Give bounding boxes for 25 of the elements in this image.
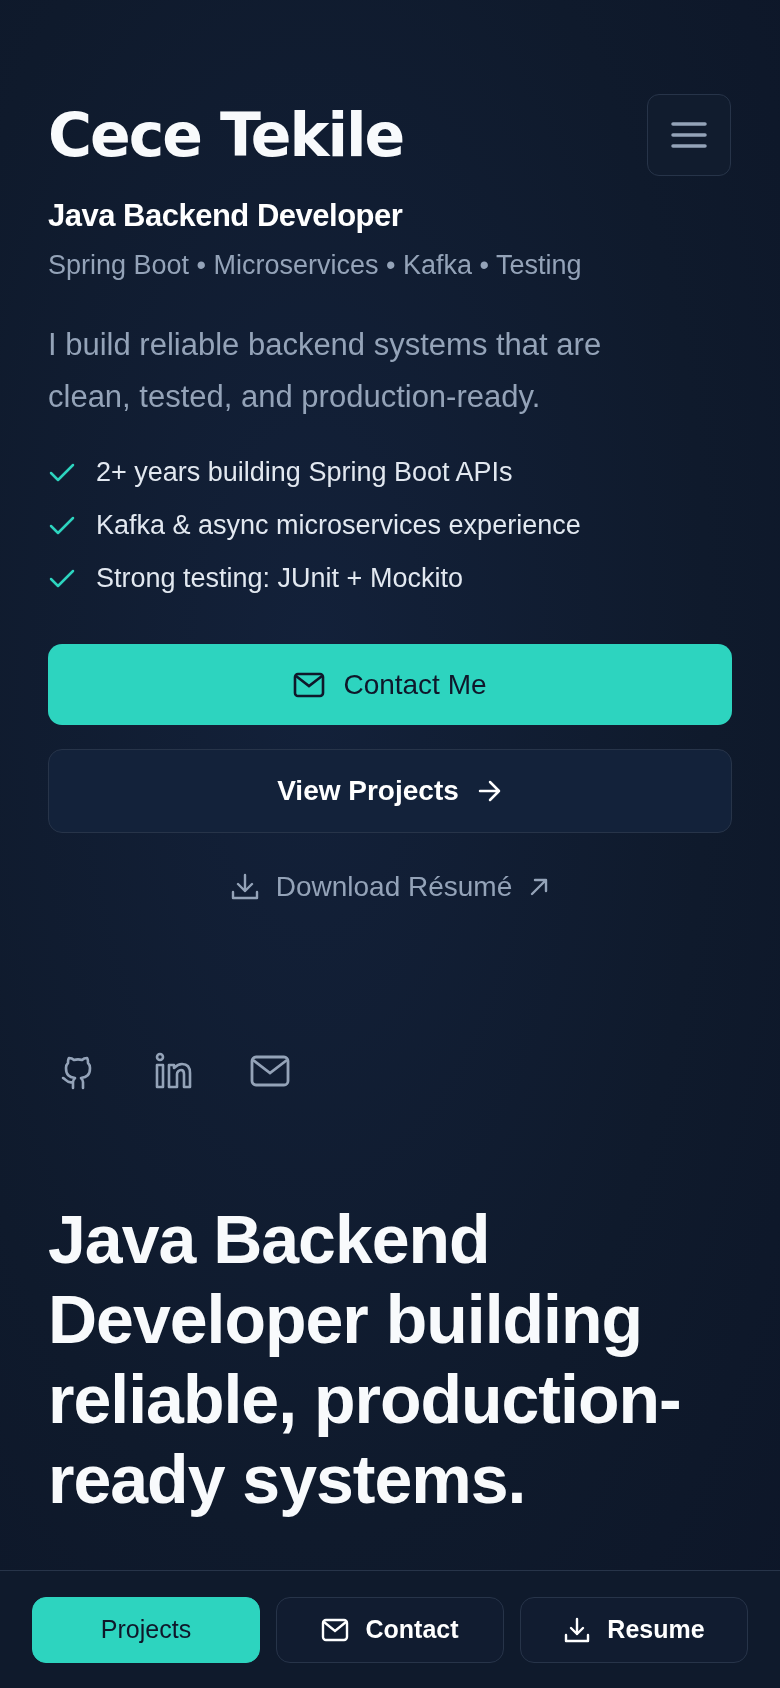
menu-button[interactable] bbox=[647, 94, 731, 176]
nav-button[interactable]: Resume bbox=[520, 1596, 748, 1663]
highlight-text: Kafka & async microservices experience bbox=[96, 510, 581, 541]
mail-icon bbox=[293, 671, 326, 698]
download-icon bbox=[563, 1615, 592, 1644]
highlight-text: Strong testing: JUnit + Mockito bbox=[96, 563, 463, 594]
linkedin-icon[interactable] bbox=[154, 1051, 194, 1091]
skills-line: Spring Boot • Microservices • Kafka • Testing bbox=[48, 250, 583, 281]
download-icon bbox=[229, 872, 260, 902]
nav-button[interactable]: Projects bbox=[32, 1596, 260, 1663]
headline: Java Backend Developer building reliable, production-ready systems. bbox=[48, 1200, 682, 1519]
contact-button[interactable]: Contact Me bbox=[48, 644, 732, 725]
check-icon bbox=[48, 461, 76, 484]
arrow-right-icon bbox=[476, 779, 503, 803]
site-name: Cece Tekile bbox=[48, 102, 404, 168]
check-icon bbox=[48, 514, 76, 537]
menu-icon bbox=[671, 120, 707, 150]
nav-button[interactable]: Contact bbox=[276, 1596, 504, 1663]
check-icon bbox=[48, 567, 76, 590]
download-resume-link[interactable]: Download Résumé bbox=[229, 871, 551, 903]
view-projects-button[interactable]: View Projects bbox=[48, 749, 732, 833]
mail-icon bbox=[321, 1617, 350, 1642]
highlight-text: 2+ years building Spring Boot APIs bbox=[96, 457, 513, 488]
role-title: Java Backend Developer bbox=[48, 198, 404, 234]
intro-text: I build reliable backend systems that are clean, tested, and production-ready. bbox=[48, 326, 603, 416]
